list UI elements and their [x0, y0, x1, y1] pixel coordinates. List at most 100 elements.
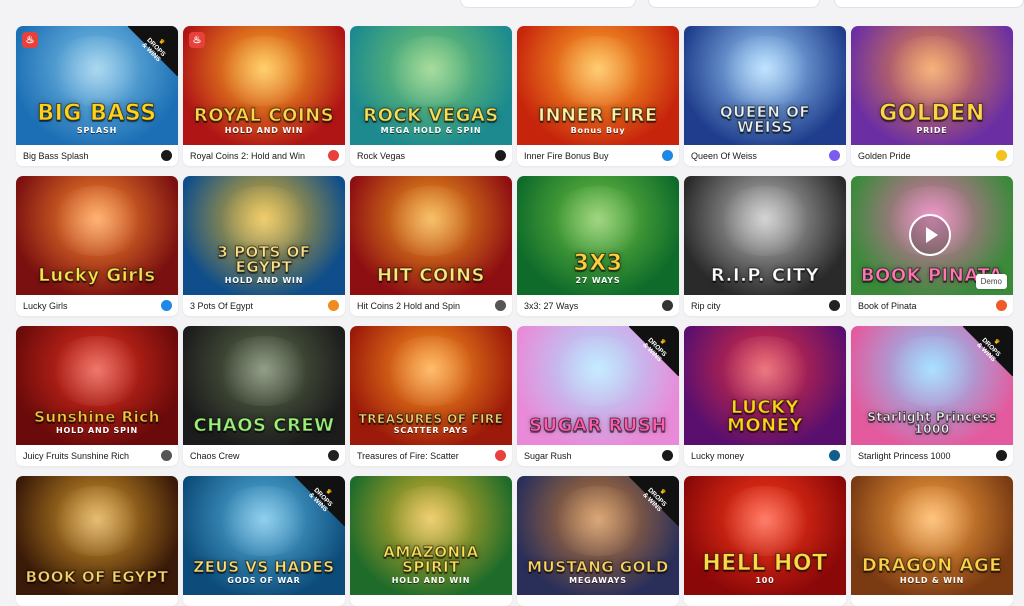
- provider-logo-icon: [996, 450, 1007, 461]
- game-thumbnail[interactable]: Lucky Girls: [16, 176, 178, 295]
- game-thumbnail[interactable]: CHAOS CREW: [183, 326, 345, 445]
- game-thumbnail[interactable]: TREASURES OF FIRE SCATTER PAYS: [350, 326, 512, 445]
- game-tile[interactable]: LUCKY MONEY Lucky money: [684, 326, 846, 466]
- game-tile[interactable]: Sunshine Rich HOLD AND SPIN Juicy Fruits S…: [16, 326, 178, 466]
- game-artwork: DRAGON AGE HOLD & WIN: [851, 476, 1013, 595]
- game-tile[interactable]: QUEEN OF WEISS Queen Of Weiss: [684, 26, 846, 166]
- provider-logo-icon: [161, 150, 172, 161]
- game-tile[interactable]: TREASURES OF FIRE SCATTER PAYS Treasures o…: [350, 326, 512, 466]
- game-tile[interactable]: DRAGON AGE HOLD & WIN: [851, 476, 1013, 606]
- game-logo-text: BIG BASS SPLASH: [37, 101, 157, 135]
- game-logo-subtitle: MEGAWAYS: [569, 576, 627, 585]
- game-thumbnail[interactable]: ROYAL COINS HOLD AND WIN ♨: [183, 26, 345, 145]
- game-thumbnail[interactable]: MUSTANG GOLD MEGAWAYS ♛ DROPS & WINS: [517, 476, 679, 595]
- game-tile[interactable]: Lucky Girls Lucky Girls: [16, 176, 178, 316]
- game-thumbnail[interactable]: 3X3 27 WAYS: [517, 176, 679, 295]
- game-logo-text: HIT COINS: [376, 265, 486, 286]
- game-tile[interactable]: GOLDEN PRIDE Golden Pride: [851, 26, 1013, 166]
- game-name: Starlight Princess 1000: [858, 450, 951, 461]
- game-tile[interactable]: ROCK VEGAS MEGA HOLD & SPIN Rock Vegas: [350, 26, 512, 166]
- provider-logo-icon: [161, 450, 172, 461]
- game-logo-text: Lucky Girls: [38, 265, 156, 286]
- game-name: Royal Coins 2: Hold and Win: [190, 150, 306, 161]
- game-artwork: GOLDEN PRIDE: [851, 26, 1013, 145]
- game-thumbnail[interactable]: HIT COINS: [350, 176, 512, 295]
- game-thumbnail[interactable]: 3 POTS OF EGYPT HOLD AND WIN: [183, 176, 345, 295]
- game-thumbnail[interactable]: Starlight Princess 1000 ♛ DROPS & WINS: [851, 326, 1013, 445]
- game-tile[interactable]: BOOK OF EGYPT: [16, 476, 178, 606]
- game-name: Juicy Fruits Sunshine Rich: [23, 450, 130, 461]
- hot-flame-icon: ♨: [22, 32, 38, 48]
- game-tile[interactable]: 3 POTS OF EGYPT HOLD AND WIN 3 Pots Of Egy…: [183, 176, 345, 316]
- game-thumbnail[interactable]: SUGAR RUSH ♛ DROPS & WINS: [517, 326, 679, 445]
- game-artwork: HIT COINS: [350, 176, 512, 295]
- demo-button[interactable]: Demo: [975, 274, 1007, 289]
- filter-dropdown-2[interactable]: [648, 0, 820, 8]
- game-name: Rock Vegas: [357, 150, 406, 161]
- game-tile[interactable]: CHAOS CREW Chaos Crew: [183, 326, 345, 466]
- game-caption: 3x3: 27 Ways: [517, 295, 679, 316]
- game-logo-text: ROCK VEGAS MEGA HOLD & SPIN: [363, 105, 499, 135]
- game-tile[interactable]: Starlight Princess 1000 ♛ DROPS & WINS Starl…: [851, 326, 1013, 466]
- game-artwork: Sunshine Rich HOLD AND SPIN: [16, 326, 178, 445]
- game-logo-text: BOOK OF EGYPT: [25, 568, 169, 586]
- provider-logo-icon: [829, 150, 840, 161]
- game-name: Lucky Girls: [23, 300, 68, 311]
- game-tile[interactable]: BIG BASS SPLASH ♨ ♛ DROPS & WINS Big Bass Spla…: [16, 26, 178, 166]
- game-tile[interactable]: ZEUS VS HADES GODS OF WAR ♛ DROPS & WINS: [183, 476, 345, 606]
- game-name: Book of Pinata: [858, 300, 917, 311]
- game-artwork: TREASURES OF FIRE SCATTER PAYS: [350, 326, 512, 445]
- game-caption: Royal Coins 2: Hold and Win: [183, 145, 345, 166]
- game-caption: Hit Coins 2 Hold and Spin: [350, 295, 512, 316]
- game-artwork: 3 POTS OF EGYPT HOLD AND WIN: [183, 176, 345, 295]
- game-thumbnail[interactable]: BOOK OF EGYPT: [16, 476, 178, 595]
- provider-logo-icon: [495, 450, 506, 461]
- game-thumbnail[interactable]: ROCK VEGAS MEGA HOLD & SPIN: [350, 26, 512, 145]
- game-artwork: INNER FIRE Bonus Buy: [517, 26, 679, 145]
- game-thumbnail[interactable]: AMAZONIA SPIRIT HOLD AND WIN: [350, 476, 512, 595]
- game-caption: Rock Vegas: [350, 145, 512, 166]
- game-tile[interactable]: MUSTANG GOLD MEGAWAYS ♛ DROPS & WINS: [517, 476, 679, 606]
- game-logo-subtitle: MEGA HOLD & SPIN: [380, 126, 482, 135]
- filter-bar: [0, 0, 1024, 14]
- game-thumbnail[interactable]: BOOK PINATA Demo: [851, 176, 1013, 295]
- provider-logo-icon: [328, 150, 339, 161]
- game-tile[interactable]: INNER FIRE Bonus Buy Inner Fire Bonus Buy: [517, 26, 679, 166]
- game-logo-text: 3X3 27 WAYS: [573, 251, 623, 285]
- game-thumbnail[interactable]: QUEEN OF WEISS: [684, 26, 846, 145]
- game-thumbnail[interactable]: HELL HOT 100: [684, 476, 846, 595]
- game-thumbnail[interactable]: ZEUS VS HADES GODS OF WAR ♛ DROPS & WINS: [183, 476, 345, 595]
- game-thumbnail[interactable]: LUCKY MONEY: [684, 326, 846, 445]
- game-thumbnail[interactable]: GOLDEN PRIDE: [851, 26, 1013, 145]
- game-caption: Big Bass Splash: [16, 145, 178, 166]
- game-thumbnail[interactable]: INNER FIRE Bonus Buy: [517, 26, 679, 145]
- game-artwork: BOOK OF EGYPT: [16, 476, 178, 595]
- filter-dropdown-3[interactable]: [834, 0, 1024, 8]
- game-logo-subtitle: SCATTER PAYS: [393, 426, 469, 435]
- play-icon[interactable]: [909, 214, 951, 256]
- game-thumbnail[interactable]: DRAGON AGE HOLD & WIN: [851, 476, 1013, 595]
- filter-dropdown-1[interactable]: [460, 0, 636, 8]
- game-artwork: AMAZONIA SPIRIT HOLD AND WIN: [350, 476, 512, 595]
- game-name: Queen Of Weiss: [691, 150, 757, 161]
- game-caption: Chaos Crew: [183, 445, 345, 466]
- game-tile[interactable]: 3X3 27 WAYS 3x3: 27 Ways: [517, 176, 679, 316]
- game-tile[interactable]: AMAZONIA SPIRIT HOLD AND WIN: [350, 476, 512, 606]
- drops-wins-badge: ♛ DROPS & WINS: [963, 326, 1013, 376]
- game-tile[interactable]: HELL HOT 100: [684, 476, 846, 606]
- game-thumbnail[interactable]: Sunshine Rich HOLD AND SPIN: [16, 326, 178, 445]
- game-name: Hit Coins 2 Hold and Spin: [357, 300, 461, 311]
- provider-logo-icon: [996, 150, 1007, 161]
- game-name: Lucky money: [691, 450, 745, 461]
- game-name: Chaos Crew: [190, 450, 240, 461]
- game-thumbnail[interactable]: BIG BASS SPLASH ♨ ♛ DROPS & WINS: [16, 26, 178, 145]
- game-tile[interactable]: BOOK PINATA Demo Book of Pinata: [851, 176, 1013, 316]
- game-caption: Inner Fire Bonus Buy: [517, 145, 679, 166]
- game-artwork: 3X3 27 WAYS: [517, 176, 679, 295]
- game-tile[interactable]: R.I.P. CITY Rip city: [684, 176, 846, 316]
- game-tile[interactable]: SUGAR RUSH ♛ DROPS & WINS Sugar Rush: [517, 326, 679, 466]
- provider-logo-icon: [495, 150, 506, 161]
- game-thumbnail[interactable]: R.I.P. CITY: [684, 176, 846, 295]
- game-tile[interactable]: HIT COINS Hit Coins 2 Hold and Spin: [350, 176, 512, 316]
- game-tile[interactable]: ROYAL COINS HOLD AND WIN ♨ Royal Coins 2: H…: [183, 26, 345, 166]
